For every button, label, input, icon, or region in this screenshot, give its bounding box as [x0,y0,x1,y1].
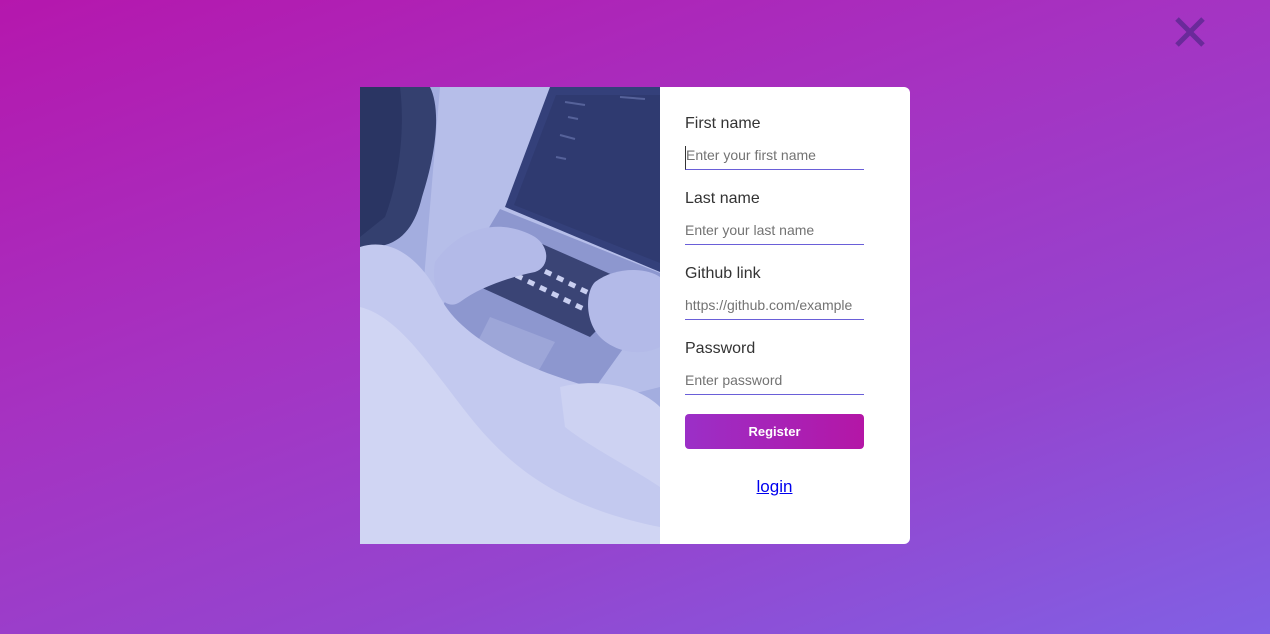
github-link-label: Github link [685,265,761,282]
last-name-input[interactable] [685,221,864,245]
login-link[interactable]: login [685,477,864,497]
close-icon [1175,17,1205,47]
first-name-field: First name [685,114,864,170]
github-link-field: Github link [685,264,864,320]
password-input[interactable] [685,371,864,395]
close-button[interactable] [1172,14,1208,50]
github-link-input[interactable] [685,296,864,320]
last-name-label: Last name [685,190,760,207]
last-name-field: Last name [685,189,864,245]
register-button[interactable]: Register [685,414,864,449]
register-form: First name Last name Github link Passwor… [660,87,910,544]
first-name-label: First name [685,115,761,132]
first-name-input[interactable] [685,146,864,170]
register-modal: First name Last name Github link Passwor… [360,87,910,544]
laptop-photo [360,87,660,544]
password-label: Password [685,340,756,357]
password-field: Password [685,339,864,395]
